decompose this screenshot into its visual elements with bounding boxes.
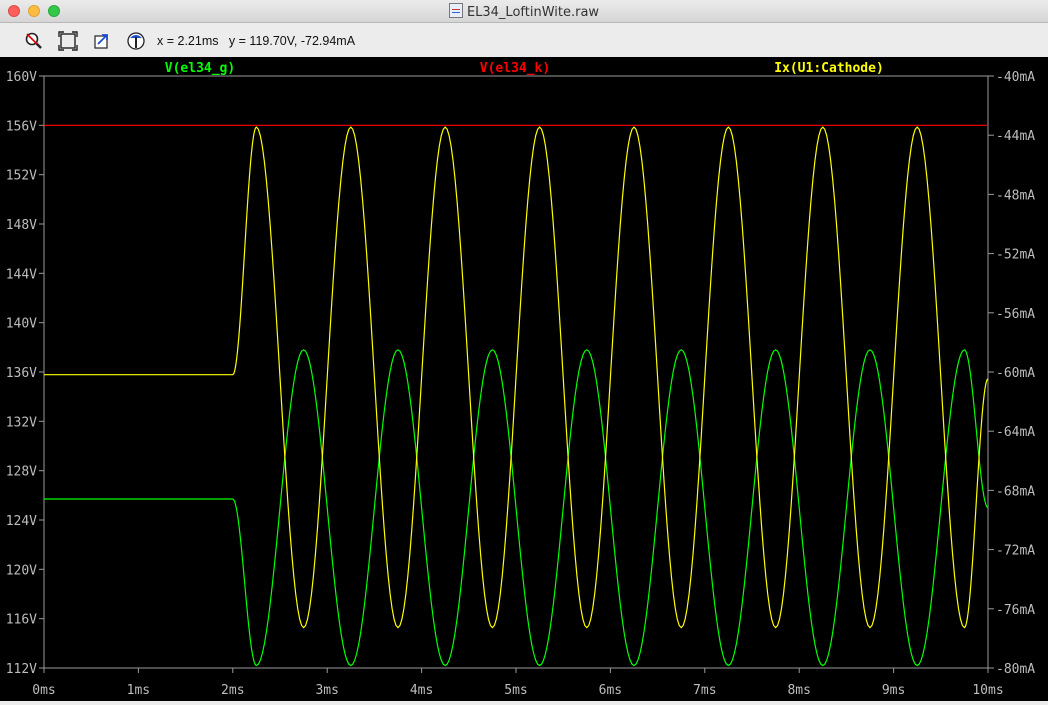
y2-tick-label: -72mA — [996, 544, 1035, 559]
y-tick-label: 152V — [6, 169, 37, 184]
current-probe-icon — [127, 32, 145, 50]
y-tick-label: 132V — [6, 415, 37, 430]
x-tick-label: 0ms — [32, 683, 55, 698]
probe-button[interactable] — [126, 31, 146, 51]
x-tick-label: 7ms — [693, 683, 716, 698]
series-3-line — [44, 126, 989, 629]
y-tick-label: 160V — [6, 70, 37, 85]
legend-1-label: V(el34_g) — [165, 61, 235, 76]
y2-tick-label: -52mA — [996, 248, 1035, 263]
zoom-out-button[interactable] — [24, 31, 44, 51]
y2-tick-label: -44mA — [996, 129, 1035, 144]
waveform-plot[interactable]: 112V 116V 120V 124V 128V 132V 136V 140V 144V 148V… — [0, 57, 1048, 701]
y-tick-label: 128V — [6, 465, 37, 480]
y2-tick-label: -76mA — [996, 603, 1035, 618]
legend-3-label: Ix(U1:Cathode) — [774, 61, 884, 76]
toolbar: x = 2.21ms y = 119.70V, -72.94mA — [0, 23, 1048, 56]
zoom-fit-button[interactable] — [58, 31, 78, 51]
legend-2-label: V(el34_k) — [480, 61, 550, 76]
magnifier-zoom-out-icon — [25, 32, 42, 49]
y2-tick-label: -80mA — [996, 662, 1035, 677]
cursor-readout: x = 2.21ms y = 119.70V, -72.94mA — [157, 34, 355, 48]
y-tick-label: 148V — [6, 218, 37, 233]
x-tick-label: 4ms — [410, 683, 433, 698]
y-tick-label: 120V — [6, 563, 37, 578]
title-bar: EL34_LoftinWite.raw — [0, 0, 1048, 23]
window-title: EL34_LoftinWite.raw — [0, 3, 1048, 20]
x-tick-label: 10ms — [972, 683, 1003, 698]
x-tick-label: 1ms — [127, 683, 150, 698]
y-tick-label: 140V — [6, 317, 37, 332]
y2-tick-label: -48mA — [996, 188, 1035, 203]
x-tick-label: 2ms — [221, 683, 244, 698]
x-tick-label: 6ms — [599, 683, 622, 698]
window-title-text: EL34_LoftinWite.raw — [466, 5, 600, 20]
y2-tick-label: -40mA — [996, 70, 1035, 85]
y2-tick-label: -68mA — [996, 484, 1035, 499]
cursor-y-readout: y = 119.70V, -72.94mA — [228, 34, 356, 48]
y-tick-label: 144V — [6, 267, 37, 282]
y-tick-label: 116V — [6, 613, 37, 628]
x-tick-label: 8ms — [787, 683, 810, 698]
plot-area[interactable]: 112V 116V 120V 124V 128V 132V 136V 140V 144V 148V… — [0, 57, 1048, 701]
undo-zoom-button[interactable] — [92, 31, 112, 51]
cursor-x-readout: x = 2.21ms — [157, 34, 219, 48]
y2-tick-label: -64mA — [996, 425, 1035, 440]
y2-tick-label: -56mA — [996, 307, 1035, 322]
x-tick-label: 3ms — [315, 683, 338, 698]
x-tick-label: 5ms — [504, 683, 527, 698]
y-tick-label: 136V — [6, 366, 37, 381]
waveform-document-icon — [448, 3, 463, 18]
y2-tick-label: -60mA — [996, 366, 1035, 381]
undo-zoom-icon — [94, 34, 108, 49]
x-tick-label: 9ms — [882, 683, 905, 698]
series-1-line — [44, 349, 989, 667]
y-tick-label: 112V — [6, 662, 37, 677]
y-tick-label: 124V — [6, 514, 37, 529]
y-tick-label: 156V — [6, 119, 37, 134]
zoom-fit-icon — [58, 31, 78, 51]
